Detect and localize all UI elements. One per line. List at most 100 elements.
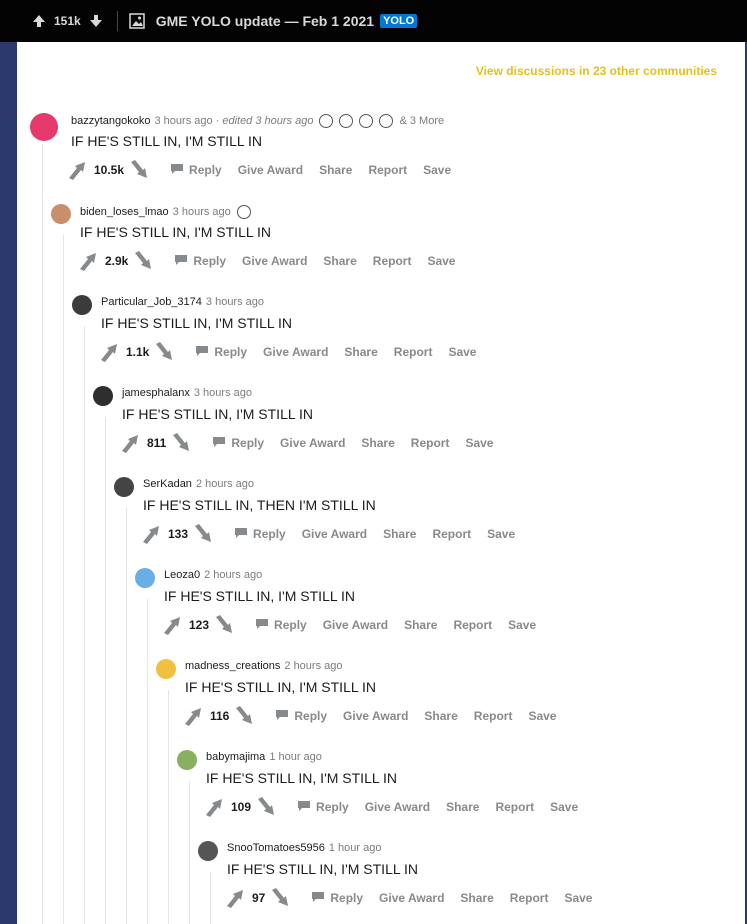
reply-button[interactable]: Reply (311, 891, 363, 906)
upvote-icon[interactable] (224, 887, 248, 909)
save-button[interactable]: Save (448, 345, 476, 359)
comment-timestamp[interactable]: 1 hour ago (329, 842, 382, 854)
share-button[interactable]: Share (460, 891, 493, 905)
give-award-button[interactable]: Give Award (379, 891, 444, 905)
downvote-icon[interactable] (132, 250, 156, 272)
give-award-button[interactable]: Give Award (263, 345, 328, 359)
comment-author[interactable]: SerKadan (143, 478, 192, 490)
comment-timestamp[interactable]: 1 hour ago (269, 751, 322, 763)
avatar[interactable] (93, 386, 113, 406)
comment-author[interactable]: babymajima (206, 751, 265, 763)
comment-author[interactable]: Particular_Job_3174 (101, 296, 202, 308)
give-award-button[interactable]: Give Award (323, 618, 388, 632)
reply-button[interactable]: Reply (212, 436, 264, 451)
give-award-button[interactable]: Give Award (238, 163, 303, 177)
report-button[interactable]: Report (510, 891, 549, 905)
upvote-icon[interactable] (30, 12, 48, 30)
thread-line[interactable] (63, 235, 64, 924)
comment-author[interactable]: Leoza0 (164, 569, 200, 581)
comment-timestamp[interactable]: 3 hours ago (173, 206, 231, 218)
share-button[interactable]: Share (424, 709, 457, 723)
downvote-icon[interactable] (192, 523, 216, 545)
downvote-icon[interactable] (269, 887, 293, 909)
thread-line[interactable] (84, 326, 85, 924)
reply-button[interactable]: Reply (174, 254, 226, 269)
comment-author[interactable]: biden_loses_lmao (80, 206, 169, 218)
award-icon[interactable] (339, 114, 354, 128)
save-button[interactable]: Save (487, 527, 515, 541)
save-button[interactable]: Save (550, 800, 578, 814)
report-button[interactable]: Report (432, 527, 471, 541)
thread-line[interactable] (210, 872, 211, 924)
more-awards[interactable]: & 3 More (399, 115, 444, 127)
save-button[interactable]: Save (423, 163, 451, 177)
thread-line[interactable] (147, 599, 148, 924)
share-button[interactable]: Share (323, 254, 356, 268)
share-button[interactable]: Share (383, 527, 416, 541)
downvote-icon[interactable] (255, 796, 279, 818)
thread-line[interactable] (42, 144, 43, 924)
downvote-icon[interactable] (170, 432, 194, 454)
reply-button[interactable]: Reply (170, 163, 222, 178)
reply-button[interactable]: Reply (234, 527, 286, 542)
upvote-icon[interactable] (182, 705, 206, 727)
give-award-button[interactable]: Give Award (302, 527, 367, 541)
thread-line[interactable] (105, 417, 106, 924)
report-button[interactable]: Report (373, 254, 412, 268)
thread-line[interactable] (168, 690, 169, 924)
avatar[interactable] (198, 841, 218, 861)
avatar[interactable] (114, 477, 134, 497)
avatar[interactable] (30, 113, 58, 141)
report-button[interactable]: Report (394, 345, 433, 359)
award-icon[interactable] (319, 114, 334, 128)
upvote-icon[interactable] (119, 432, 143, 454)
comment-author[interactable]: bazzytangokoko (71, 115, 151, 127)
avatar[interactable] (51, 204, 71, 224)
save-button[interactable]: Save (465, 436, 493, 450)
downvote-icon[interactable] (233, 705, 257, 727)
post-flair[interactable]: YOLO (380, 14, 418, 28)
downvote-icon[interactable] (153, 341, 177, 363)
comment-timestamp[interactable]: 3 hours ago (155, 115, 213, 127)
share-button[interactable]: Share (344, 345, 377, 359)
other-discussions-link[interactable]: View discussions in 23 other communities (476, 64, 717, 78)
give-award-button[interactable]: Give Award (242, 254, 307, 268)
comment-timestamp[interactable]: 2 hours ago (284, 660, 342, 672)
upvote-icon[interactable] (77, 250, 101, 272)
thread-line[interactable] (126, 508, 127, 924)
downvote-icon[interactable] (213, 614, 237, 636)
share-button[interactable]: Share (404, 618, 437, 632)
avatar[interactable] (72, 295, 92, 315)
post-title[interactable]: GME YOLO update — Feb 1 2021 (156, 13, 374, 29)
share-button[interactable]: Share (446, 800, 479, 814)
report-button[interactable]: Report (474, 709, 513, 723)
upvote-icon[interactable] (203, 796, 227, 818)
award-icon[interactable] (236, 205, 251, 219)
report-button[interactable]: Report (453, 618, 492, 632)
comment-author[interactable]: madness_creations (185, 660, 280, 672)
share-button[interactable]: Share (319, 163, 352, 177)
save-button[interactable]: Save (427, 254, 455, 268)
upvote-icon[interactable] (140, 523, 164, 545)
award-icon[interactable] (359, 114, 374, 128)
comment-author[interactable]: jamesphalanx (122, 387, 190, 399)
comment-timestamp[interactable]: 2 hours ago (196, 478, 254, 490)
thread-line[interactable] (189, 781, 190, 924)
reply-button[interactable]: Reply (195, 345, 247, 360)
reply-button[interactable]: Reply (275, 709, 327, 724)
save-button[interactable]: Save (528, 709, 556, 723)
comment-timestamp[interactable]: 3 hours ago (206, 296, 264, 308)
save-button[interactable]: Save (564, 891, 592, 905)
avatar[interactable] (156, 659, 176, 679)
comment-timestamp[interactable]: 2 hours ago (204, 569, 262, 581)
share-button[interactable]: Share (361, 436, 394, 450)
report-button[interactable]: Report (495, 800, 534, 814)
upvote-icon[interactable] (66, 159, 90, 181)
award-icon[interactable] (379, 114, 394, 128)
save-button[interactable]: Save (508, 618, 536, 632)
avatar[interactable] (135, 568, 155, 588)
give-award-button[interactable]: Give Award (343, 709, 408, 723)
reply-button[interactable]: Reply (255, 618, 307, 633)
reply-button[interactable]: Reply (297, 800, 349, 815)
comment-author[interactable]: SnooTomatoes5956 (227, 842, 325, 854)
